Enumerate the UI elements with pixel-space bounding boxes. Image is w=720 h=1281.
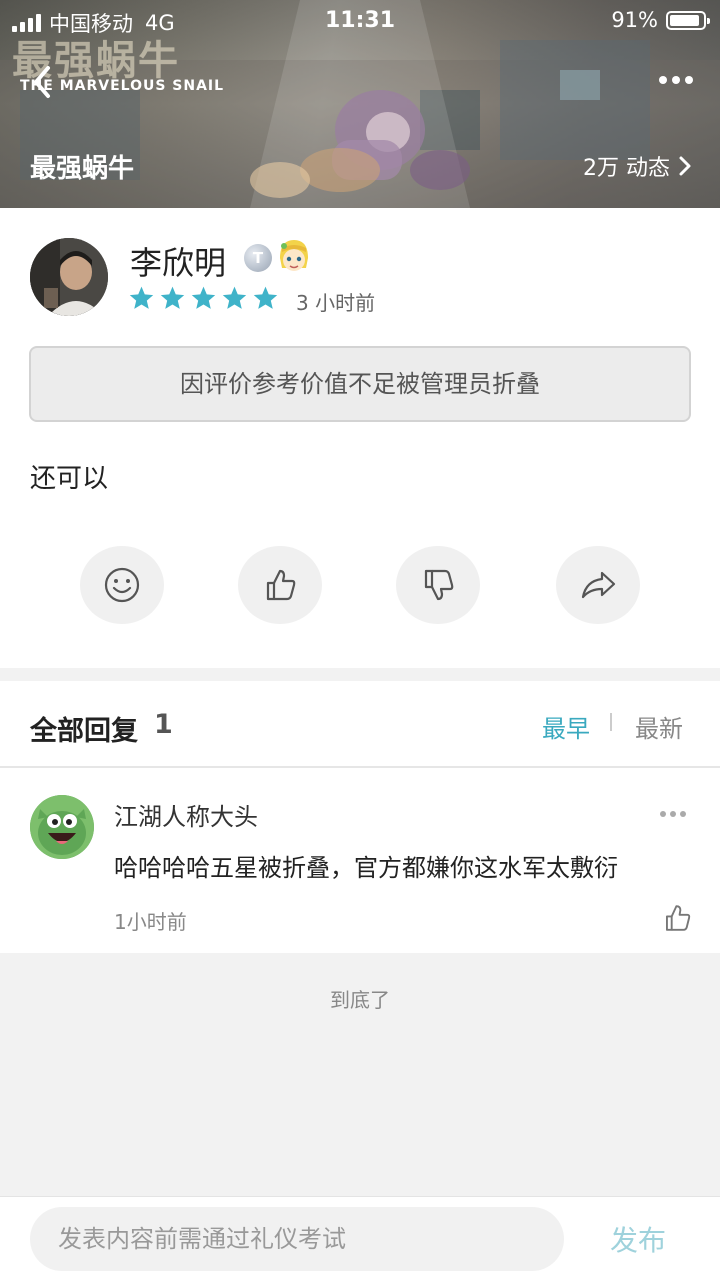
rating-stars	[128, 285, 279, 311]
monster-avatar-icon	[30, 795, 94, 859]
back-button[interactable]	[26, 62, 62, 102]
reply-time: 1小时前	[114, 910, 187, 934]
review-actions	[80, 546, 640, 624]
star-icon	[253, 286, 278, 309]
comment-input[interactable]: 发表内容前需通过礼仪考试	[30, 1207, 564, 1271]
replies-title: 全部回复	[30, 716, 138, 747]
battery-icon	[666, 10, 710, 30]
review-time: 3 小时前	[296, 291, 376, 315]
back-icon	[34, 66, 50, 98]
sort-newest-tab[interactable]: 最新	[635, 709, 683, 744]
star-icon	[191, 286, 216, 309]
more-button[interactable]	[654, 62, 698, 98]
reply-like-button[interactable]	[662, 903, 694, 933]
battery-percent: 91%	[611, 8, 658, 32]
review-card: 李欣明 T 3 小时前 因评价参考价值不足被管理员折叠 还可以	[0, 208, 720, 668]
share-button[interactable]	[556, 546, 640, 624]
thumbs-down-icon	[424, 569, 454, 601]
react-button[interactable]	[80, 546, 164, 624]
author-name[interactable]: 李欣明	[130, 238, 226, 284]
game-activity-link[interactable]: 2万 动态	[583, 150, 692, 182]
review-text: 还可以	[30, 464, 109, 494]
like-button[interactable]	[238, 546, 322, 624]
replies-section: 全部回复 1 最早 最新 江湖人称大头 哈哈哈哈五星被折叠，官方都嫌你这水军太敷…	[0, 681, 720, 953]
game-name[interactable]: 最强蜗牛	[30, 148, 134, 185]
game-activity-count: 2万 动态	[583, 156, 670, 181]
character-badge-icon	[276, 238, 312, 276]
game-banner: 最强蜗牛 THE MARVELOUS SNAIL 中国移动 4G 11:31 9…	[0, 0, 720, 208]
chevron-right-icon	[679, 156, 691, 176]
more-icon	[659, 76, 693, 84]
end-of-list-label: 到底了	[330, 988, 390, 1012]
dislike-button[interactable]	[396, 546, 480, 624]
sort-earliest-tab[interactable]: 最早	[542, 709, 590, 744]
reply-more-button[interactable]	[660, 811, 686, 817]
sort-divider	[610, 713, 612, 731]
status-bar: 中国移动 4G 11:31 91%	[0, 0, 720, 40]
publish-button[interactable]: 发布	[610, 1219, 666, 1259]
section-divider	[0, 766, 720, 768]
thumbs-up-icon	[666, 905, 691, 931]
reply-author-name[interactable]: 江湖人称大头	[114, 797, 258, 832]
smile-icon	[104, 567, 140, 603]
reply-text: 哈哈哈哈五星被折叠，官方都嫌你这水军太敷衍	[114, 854, 618, 882]
more-dots-icon	[660, 811, 686, 817]
folded-notice[interactable]: 因评价参考价值不足被管理员折叠	[29, 346, 691, 422]
replies-count: 1	[154, 709, 173, 740]
star-icon	[160, 286, 185, 309]
avatar-image	[30, 238, 108, 316]
level-badge: T	[244, 244, 272, 272]
reply-avatar[interactable]	[30, 795, 94, 859]
star-icon	[222, 286, 247, 309]
star-icon	[129, 286, 154, 309]
share-icon	[581, 571, 616, 599]
battery-fill	[670, 14, 700, 26]
author-avatar[interactable]	[30, 238, 108, 316]
thumbs-up-icon	[266, 569, 296, 601]
comment-composer: 发表内容前需通过礼仪考试 发布	[0, 1196, 720, 1281]
